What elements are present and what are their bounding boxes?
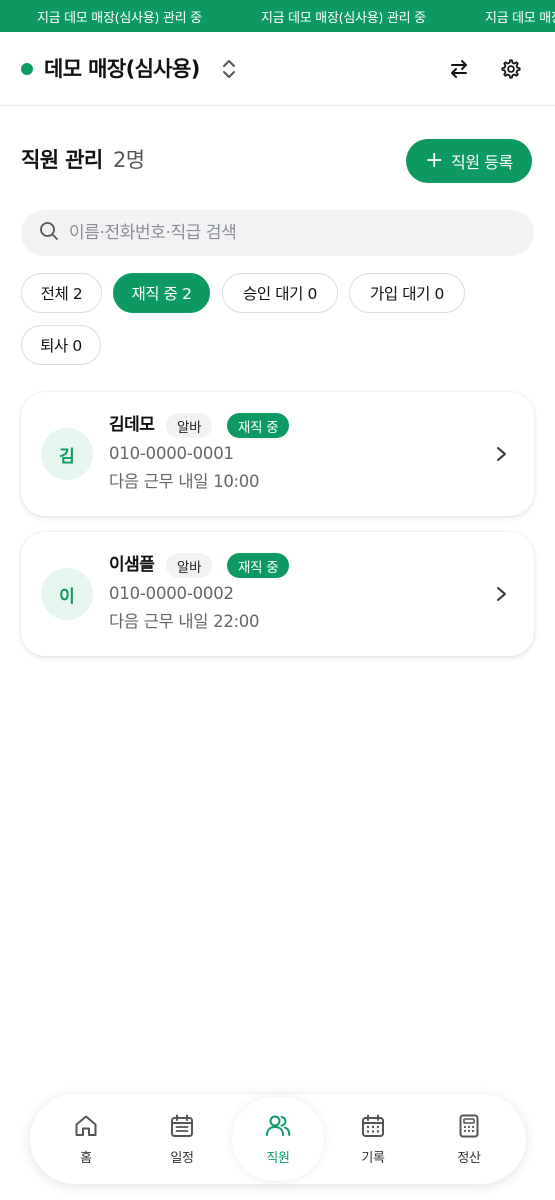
swap-arrows-icon[interactable] <box>444 54 474 84</box>
filter-chip-all[interactable]: 전체 2 <box>21 273 102 313</box>
employee-phone: 010-0000-0002 <box>109 584 234 603</box>
banner-text: 지금 데모 매장(심사용) 관리 중 <box>37 10 202 26</box>
search-icon <box>39 221 59 245</box>
avatar: 이 <box>41 568 93 620</box>
nav-label-home: 홈 <box>80 1151 92 1166</box>
search-bar <box>21 210 534 256</box>
calculator-icon <box>455 1112 483 1144</box>
employee-next-shift: 다음 근무 내일 22:00 <box>109 612 260 631</box>
gear-icon[interactable] <box>496 54 526 84</box>
employee-phone: 010-0000-0001 <box>109 444 234 463</box>
status-badge: 재직 중 <box>227 413 290 438</box>
chevron-right-icon <box>494 582 510 606</box>
search-input[interactable] <box>69 223 509 243</box>
calendar-icon <box>168 1112 196 1144</box>
store-status-dot <box>21 63 33 75</box>
role-badge: 알바 <box>166 553 213 578</box>
app-header: 데모 매장(심사용) <box>0 32 555 106</box>
nav-item-records[interactable]: 기록 <box>327 1094 419 1184</box>
bottom-nav: 홈 일정 직원 기록 정산 <box>30 1094 526 1184</box>
status-badge: 재직 중 <box>227 553 290 578</box>
home-icon <box>72 1112 100 1144</box>
store-name[interactable]: 데모 매장(심사용) <box>44 54 200 84</box>
nav-item-staff[interactable]: 직원 <box>232 1094 324 1184</box>
filter-chip-employed[interactable]: 재직 중 2 <box>113 273 210 313</box>
avatar: 김 <box>41 428 93 480</box>
nav-label-records: 기록 <box>361 1151 385 1166</box>
page-title: 직원 관리 <box>21 148 103 172</box>
users-icon <box>264 1112 292 1144</box>
plus-icon: + <box>424 148 444 173</box>
nav-label-settlement: 정산 <box>457 1151 481 1166</box>
role-badge: 알바 <box>166 413 213 438</box>
filter-chip-pending-approval[interactable]: 승인 대기 0 <box>222 273 338 313</box>
add-employee-label: 직원 등록 <box>451 153 513 172</box>
nav-item-schedule[interactable]: 일정 <box>136 1094 228 1184</box>
employee-name: 이샘플 <box>109 555 155 575</box>
add-employee-button[interactable]: + 직원 등록 <box>406 139 532 183</box>
employee-next-shift: 다음 근무 내일 10:00 <box>109 472 260 491</box>
chevron-right-icon <box>494 442 510 466</box>
calendar-grid-icon <box>359 1112 387 1144</box>
nav-item-settlement[interactable]: 정산 <box>423 1094 515 1184</box>
banner-text: 지금 데모 매장(심사용) 관리 중 <box>261 10 426 26</box>
store-switch-chevron-icon[interactable] <box>219 57 239 81</box>
nav-label-staff: 직원 <box>266 1151 290 1166</box>
filter-chip-resigned[interactable]: 퇴사 0 <box>21 325 101 365</box>
employee-card[interactable]: 이 이샘플 알바 재직 중 010-0000-0002 다음 근무 내일 22:… <box>21 532 534 656</box>
nav-item-home[interactable]: 홈 <box>40 1094 132 1184</box>
banner-text: 지금 데모 매장(심사용) 관리 중 <box>485 10 555 26</box>
employee-count: 2명 <box>113 148 145 172</box>
filter-chip-pending-signup[interactable]: 가입 대기 0 <box>349 273 465 313</box>
employee-card[interactable]: 김 김데모 알바 재직 중 010-0000-0001 다음 근무 내일 10:… <box>21 392 534 516</box>
banner-track: 지금 데모 매장(심사용) 관리 중 지금 데모 매장(심사용) 관리 중 지금… <box>0 0 555 32</box>
management-banner: 지금 데모 매장(심사용) 관리 중 지금 데모 매장(심사용) 관리 중 지금… <box>0 0 555 32</box>
employee-name: 김데모 <box>109 415 155 435</box>
nav-label-schedule: 일정 <box>170 1151 194 1166</box>
